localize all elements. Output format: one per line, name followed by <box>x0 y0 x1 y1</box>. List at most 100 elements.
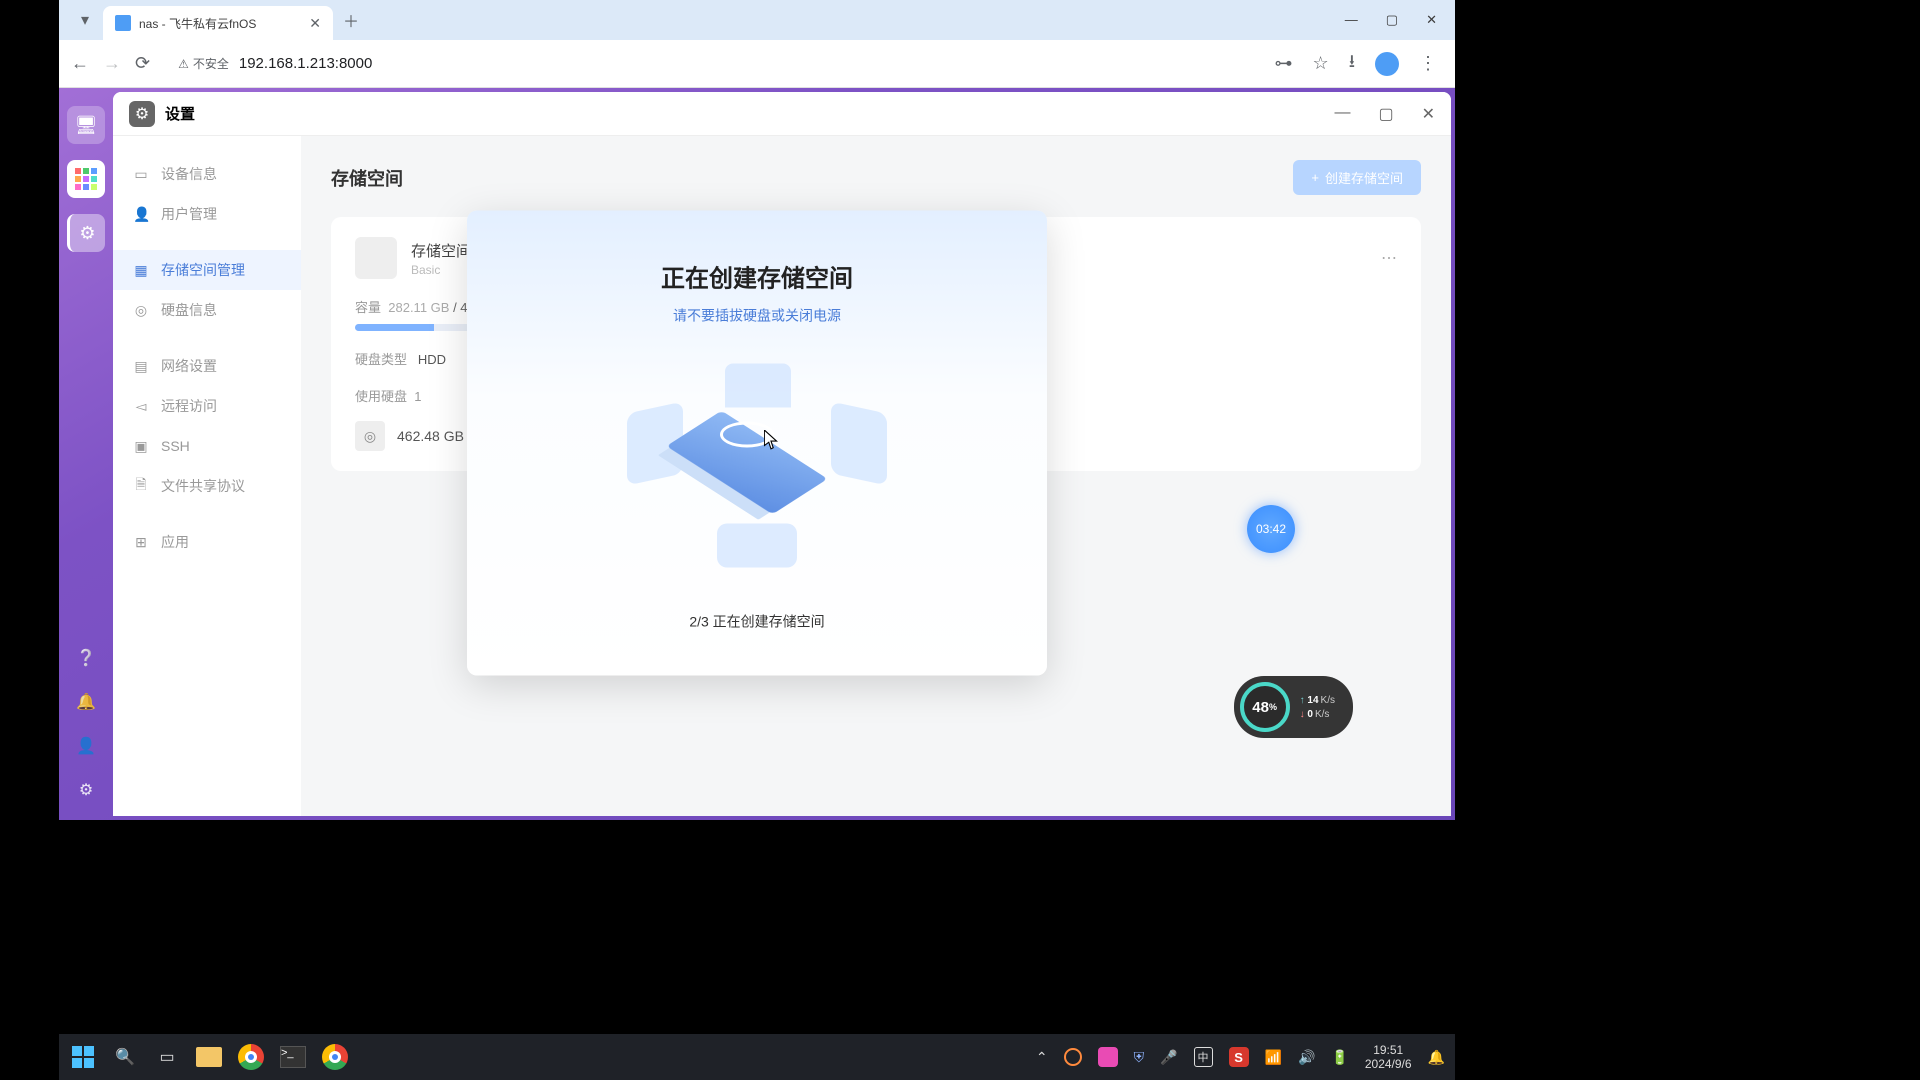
nav-back-icon[interactable]: ← <box>71 53 89 74</box>
profile-avatar-icon[interactable] <box>1375 52 1399 76</box>
tab-dropdown-icon[interactable]: ▾ <box>73 8 97 32</box>
browser-tab-strip: ▾ nas - 飞牛私有云fnOS ✕ ＋ — ▢ ✕ <box>59 0 1455 40</box>
mouse-cursor-icon <box>764 430 778 450</box>
battery-icon[interactable]: 🔋 <box>1331 1049 1348 1066</box>
taskbar-clock[interactable]: 19:51 2024/9/6 <box>1365 1043 1412 1072</box>
inner-maximize-icon[interactable]: ▢ <box>1378 104 1393 124</box>
storage-icon: ▦ <box>133 262 149 279</box>
creating-storage-modal: 正在创建存储空间 请不要插拔硬盘或关闭电源 2/3 正在创建存储空间 <box>467 210 1047 675</box>
modal-illustration <box>617 353 897 583</box>
sidebar-item-apps[interactable]: ⊞应用 <box>113 522 301 562</box>
modal-title: 正在创建存储空间 <box>497 258 1017 293</box>
tray-app-icon-2[interactable] <box>1098 1047 1118 1067</box>
rail-settings-icon[interactable]: ⚙ <box>67 214 105 252</box>
sidebar-label: SSH <box>161 438 190 454</box>
window-minimize-icon[interactable]: — <box>1345 12 1358 28</box>
rail-notification-icon[interactable]: 🔔 <box>76 692 96 712</box>
capacity-sep: / <box>449 300 460 315</box>
tray-chevron-icon[interactable]: ⌃ <box>1036 1049 1048 1066</box>
storage-card-icon <box>355 237 397 279</box>
url-input[interactable]: ⚠ 不安全 192.168.1.213:8000 <box>164 47 1260 81</box>
settings-sidebar: ▭设备信息 👤 用户管理 ▦ 存储空间管理 ◎ 硬盘信息 ▤网络设置 ◅远程访问 ▣ S… <box>113 136 301 816</box>
password-key-icon[interactable]: ⊶ <box>1275 53 1293 74</box>
tray-shield-icon[interactable]: ⛨ <box>1134 1049 1145 1066</box>
ssh-icon: ▣ <box>133 438 149 455</box>
user-icon: 👤 <box>133 206 149 223</box>
page-title: 存储空间 <box>331 165 403 191</box>
storage-menu-icon[interactable]: ⋯ <box>1381 248 1397 268</box>
sidebar-item-file-share[interactable]: 🗎文件共享协议 <box>113 466 301 506</box>
disk-icon: ◎ <box>133 302 149 319</box>
tab-title: nas - 飞牛私有云fnOS <box>139 15 309 32</box>
sidebar-label: 文件共享协议 <box>161 476 245 496</box>
rail-apps-icon[interactable] <box>67 160 105 198</box>
wifi-icon[interactable]: 📶 <box>1265 1049 1282 1066</box>
capacity-used: 282.11 GB <box>388 300 449 315</box>
nav-reload-icon[interactable]: ⟳ <box>135 53 150 74</box>
tray-mic-icon[interactable]: 🎤 <box>1160 1049 1177 1066</box>
rail-gear-icon[interactable]: ⚙ <box>79 780 93 800</box>
file-explorer-icon[interactable] <box>195 1043 223 1071</box>
browser-menu-icon[interactable]: ⋮ <box>1419 53 1437 74</box>
net-upload: 14K/s <box>1300 695 1335 706</box>
timer-badge[interactable]: 03:42 <box>1247 505 1295 553</box>
sidebar-item-network[interactable]: ▤网络设置 <box>113 346 301 386</box>
ime-indicator[interactable]: 中 <box>1194 1047 1213 1067</box>
disk-size: 462.48 GB <box>397 428 464 444</box>
sidebar-item-device-info[interactable]: ▭设备信息 <box>113 154 301 194</box>
downloads-icon[interactable]: ⭳ <box>1349 49 1355 79</box>
windows-taskbar: 🔍 ▭ >_ ⌃ ⛨ 🎤 中 S 📶 🔊 🔋 19:51 2024/9/6 🔔 <box>59 1034 1455 1080</box>
address-bar: ← → ⟳ ⚠ 不安全 192.168.1.213:8000 ⊶ ☆ ⭳ ⋮ <box>59 40 1455 88</box>
rail-user-icon[interactable]: 👤 <box>76 736 96 756</box>
rail-desktop-icon[interactable]: 🖥 <box>67 106 105 144</box>
sidebar-item-user-mgmt[interactable]: 👤 用户管理 <box>113 194 301 234</box>
capacity-bar <box>355 324 485 331</box>
terminal-taskbar-icon[interactable]: >_ <box>279 1043 307 1071</box>
cpu-ring: 48% <box>1240 682 1290 732</box>
browser-tab[interactable]: nas - 飞牛私有云fnOS ✕ <box>103 6 333 40</box>
inner-minimize-icon[interactable]: — <box>1334 104 1350 124</box>
notifications-icon[interactable]: 🔔 <box>1428 1049 1445 1066</box>
bookmark-star-icon[interactable]: ☆ <box>1313 53 1329 74</box>
disk-type-label: 硬盘类型 <box>355 352 407 367</box>
capacity-label: 容量 <box>355 300 381 315</box>
warning-icon: ⚠ <box>178 57 189 71</box>
tray-sogou-icon[interactable]: S <box>1229 1047 1249 1067</box>
clock-date: 2024/9/6 <box>1365 1057 1412 1071</box>
modal-subtitle: 请不要插拔硬盘或关闭电源 <box>497 305 1017 325</box>
modal-progress-text: 2/3 正在创建存储空间 <box>497 611 1017 631</box>
sidebar-item-storage-mgmt[interactable]: ▦ 存储空间管理 <box>113 250 301 290</box>
create-storage-button[interactable]: + 创建存储空间 <box>1293 160 1421 195</box>
nav-forward-icon[interactable]: → <box>103 53 121 74</box>
window-maximize-icon[interactable]: ▢ <box>1386 12 1398 28</box>
sidebar-label: 用户管理 <box>161 204 217 224</box>
clock-time: 19:51 <box>1365 1043 1412 1057</box>
apps-icon: ⊞ <box>133 534 149 551</box>
sidebar-label: 存储空间管理 <box>161 260 245 280</box>
chrome-taskbar-icon[interactable] <box>237 1043 265 1071</box>
performance-widget[interactable]: 48% 14K/s 0K/s <box>1234 676 1353 738</box>
sidebar-item-disk-info[interactable]: ◎ 硬盘信息 <box>113 290 301 330</box>
chrome-taskbar-icon-2[interactable] <box>321 1043 349 1071</box>
task-view-icon[interactable]: ▭ <box>153 1043 181 1071</box>
security-badge[interactable]: ⚠ 不安全 <box>178 55 229 72</box>
sidebar-item-ssh[interactable]: ▣ SSH <box>113 426 301 466</box>
sidebar-label: 硬盘信息 <box>161 300 217 320</box>
tray-app-icon-1[interactable] <box>1064 1048 1082 1066</box>
rail-help-icon[interactable]: ❔ <box>76 648 96 668</box>
new-tab-button[interactable]: ＋ <box>343 8 359 32</box>
security-label: 不安全 <box>193 55 229 72</box>
disk-type-value: HDD <box>418 352 446 367</box>
start-button[interactable] <box>69 1043 97 1071</box>
inner-close-icon[interactable]: ✕ <box>1422 104 1435 124</box>
volume-icon[interactable]: 🔊 <box>1298 1049 1315 1066</box>
taskbar-search-icon[interactable]: 🔍 <box>111 1043 139 1071</box>
sidebar-label: 网络设置 <box>161 356 217 376</box>
settings-header: ⚙ 设置 — ▢ ✕ <box>113 92 1451 136</box>
tab-close-icon[interactable]: ✕ <box>309 15 321 32</box>
settings-header-title: 设置 <box>165 103 195 124</box>
hdd-icon: ◎ <box>355 421 385 451</box>
sidebar-item-remote[interactable]: ◅远程访问 <box>113 386 301 426</box>
window-close-icon[interactable]: ✕ <box>1426 12 1437 28</box>
sidebar-label: 远程访问 <box>161 396 217 416</box>
